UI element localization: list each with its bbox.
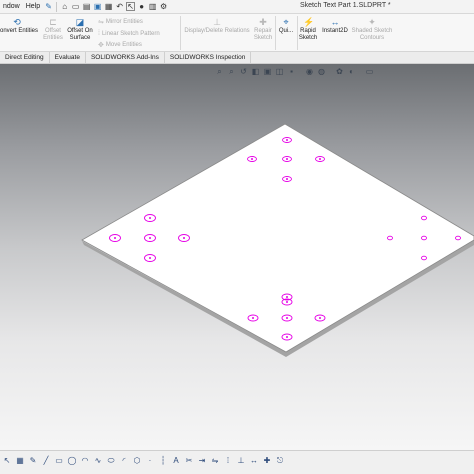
command-manager: ⟲ onvert Entities ⊏ Offset Entities ◪ Of… <box>0 14 474 52</box>
mirror-icon: ⇋ <box>98 19 104 26</box>
move-entities-button[interactable]: ✥ Move Entities <box>98 41 142 49</box>
sketch-point-center <box>286 178 288 180</box>
sketch-point-center <box>149 257 151 259</box>
sketch-point-center <box>114 237 116 239</box>
sketch-point-center <box>149 217 151 219</box>
rebuild-icon[interactable]: ● <box>137 2 146 11</box>
offset-entities-icon: ⊏ <box>49 17 57 27</box>
circle-icon[interactable]: ◯ <box>67 456 77 466</box>
polygon-icon[interactable]: ⬡ <box>132 456 142 466</box>
instant2d-button[interactable]: ↔ Instant2D <box>320 17 350 35</box>
extend-icon[interactable]: ⇥ <box>197 456 207 466</box>
linear-sketch-pattern-button[interactable]: ⁞ Linear Sketch Pattern <box>98 30 160 37</box>
quick-snaps-icon: ⌖ <box>283 17 289 27</box>
select-icon[interactable]: ↖ <box>2 456 12 466</box>
centerline-icon[interactable]: ┆ <box>158 456 168 466</box>
tab-evaluate[interactable]: Evaluate <box>50 52 86 64</box>
open-icon[interactable]: ▤ <box>82 2 91 11</box>
sketch-icon[interactable]: ✎ <box>28 456 38 466</box>
mirror-icon[interactable]: ⇋ <box>210 456 220 466</box>
command-manager-tabs: Direct Editing Evaluate SOLIDWORKS Add-I… <box>0 52 474 64</box>
relations-icon: ⊥ <box>213 17 221 27</box>
repair-sketch-icon: ✚ <box>259 17 267 27</box>
sketch-point-center <box>183 237 185 239</box>
arc-icon[interactable]: ◠ <box>80 456 90 466</box>
undo-icon[interactable]: ↶ <box>115 2 124 11</box>
spline-icon[interactable]: ∿ <box>93 456 103 466</box>
line-icon[interactable]: ╱ <box>41 456 51 466</box>
rectangle-icon[interactable]: ▭ <box>54 456 64 466</box>
grid-icon[interactable]: ▦ <box>15 456 25 466</box>
move-icon: ✥ <box>98 42 104 49</box>
options-icon[interactable]: ⚙ <box>159 2 168 11</box>
relations-icon[interactable]: ⊥ <box>236 456 246 466</box>
plate-top-face[interactable] <box>81 123 474 353</box>
sketch-point-center <box>319 317 321 319</box>
rapid-sketch-button[interactable]: ⚡ Rapid Sketch <box>298 17 318 42</box>
menu-bar: ndow Help ✎ ⌂ ▭ ▤ ▣ ▦ ↶ ↖ ● ▥ ⚙ Sketch T… <box>0 0 474 14</box>
document-title: Sketch Text Part 1.SLDPRT * <box>300 2 391 9</box>
repair-icon[interactable]: ✚ <box>262 456 272 466</box>
window-menu[interactable]: ndow <box>0 3 23 10</box>
repair-sketch-button[interactable]: ✚ Repair Sketch <box>252 17 274 42</box>
new-icon[interactable]: ▭ <box>71 2 80 11</box>
smart-dimension-icon[interactable]: ↔ <box>249 456 259 466</box>
file-props-icon[interactable]: ▥ <box>148 2 157 11</box>
sketch-point-center <box>319 158 321 160</box>
sketch-point-center <box>286 158 288 160</box>
quick-snaps-button[interactable]: ⌖ Qui... <box>276 17 296 35</box>
sketch-point-center <box>251 158 253 160</box>
ellipse-icon[interactable]: ⬭ <box>106 456 116 466</box>
pin-icon[interactable]: ✎ <box>44 2 53 11</box>
point-icon[interactable]: · <box>145 456 155 466</box>
pattern-icon[interactable]: ⁞ <box>223 456 233 466</box>
sketch-point-center <box>286 301 288 303</box>
sketch-point-center <box>286 296 288 298</box>
help-menu[interactable]: Help <box>23 3 43 10</box>
tab-solidworks-inspection[interactable]: SOLIDWORKS Inspection <box>165 52 252 64</box>
shaded-contours-icon: ✦ <box>368 17 376 27</box>
print-icon[interactable]: ▦ <box>104 2 113 11</box>
bottom-toolbar: ↖ ▦ ✎ ╱ ▭ ◯ ◠ ∿ ⬭ ◜ ⬡ · ┆ A ✂ ⇥ ⇋ ⁞ ⊥ ↔ … <box>0 450 474 474</box>
mirror-entities-button[interactable]: ⇋ Mirror Entities <box>98 18 143 26</box>
rapid-sketch-icon: ⚡ <box>303 17 315 27</box>
model-view <box>81 123 474 357</box>
sketch-point-center <box>286 139 288 141</box>
display-delete-relations-button[interactable]: ⊥ Display/Delete Relations <box>183 17 251 35</box>
sketch-point-center <box>286 336 288 338</box>
sketch-point-center <box>252 317 254 319</box>
fillet-icon[interactable]: ◜ <box>119 456 129 466</box>
offset-on-surface-icon: ◪ <box>75 17 85 27</box>
trim-icon[interactable]: ✂ <box>184 456 194 466</box>
sketch-point-center <box>286 317 288 319</box>
offset-on-surface-button[interactable]: ◪ Offset On Surface <box>66 17 94 42</box>
text-icon[interactable]: A <box>171 456 181 466</box>
tab-solidworks-add-ins[interactable]: SOLIDWORKS Add-Ins <box>86 52 165 64</box>
linear-pattern-icon: ⁞ <box>98 30 100 37</box>
tab-direct-editing[interactable]: Direct Editing <box>0 52 50 64</box>
convert-entities-button[interactable]: ⟲ onvert Entities <box>0 17 40 35</box>
convert-entities-icon: ⟲ <box>13 17 21 27</box>
select-icon[interactable]: ↖ <box>126 2 136 11</box>
home-icon[interactable]: ⌂ <box>60 2 69 11</box>
shaded-sketch-contours-button[interactable]: ✦ Shaded Sketch Contours <box>350 17 394 42</box>
exit-sketch-icon[interactable]: ⎋ <box>275 456 285 466</box>
separator <box>56 1 58 12</box>
sketch-tools-bar: ↖ ▦ ✎ ╱ ▭ ◯ ◠ ∿ ⬭ ◜ ⬡ · ┆ A ✂ ⇥ ⇋ ⁞ ⊥ ↔ … <box>2 456 288 466</box>
offset-entities-button[interactable]: ⊏ Offset Entities <box>40 17 66 42</box>
separator <box>180 16 181 50</box>
sketch-point-center <box>149 237 151 239</box>
graphics-area[interactable]: ⌕ ⌕ ↺ ◧ ▣ ◫ ▪ ◉ ◍ ✿ ◐ ▭ <box>0 64 474 450</box>
instant2d-icon: ↔ <box>330 17 340 27</box>
save-icon[interactable]: ▣ <box>93 2 102 11</box>
